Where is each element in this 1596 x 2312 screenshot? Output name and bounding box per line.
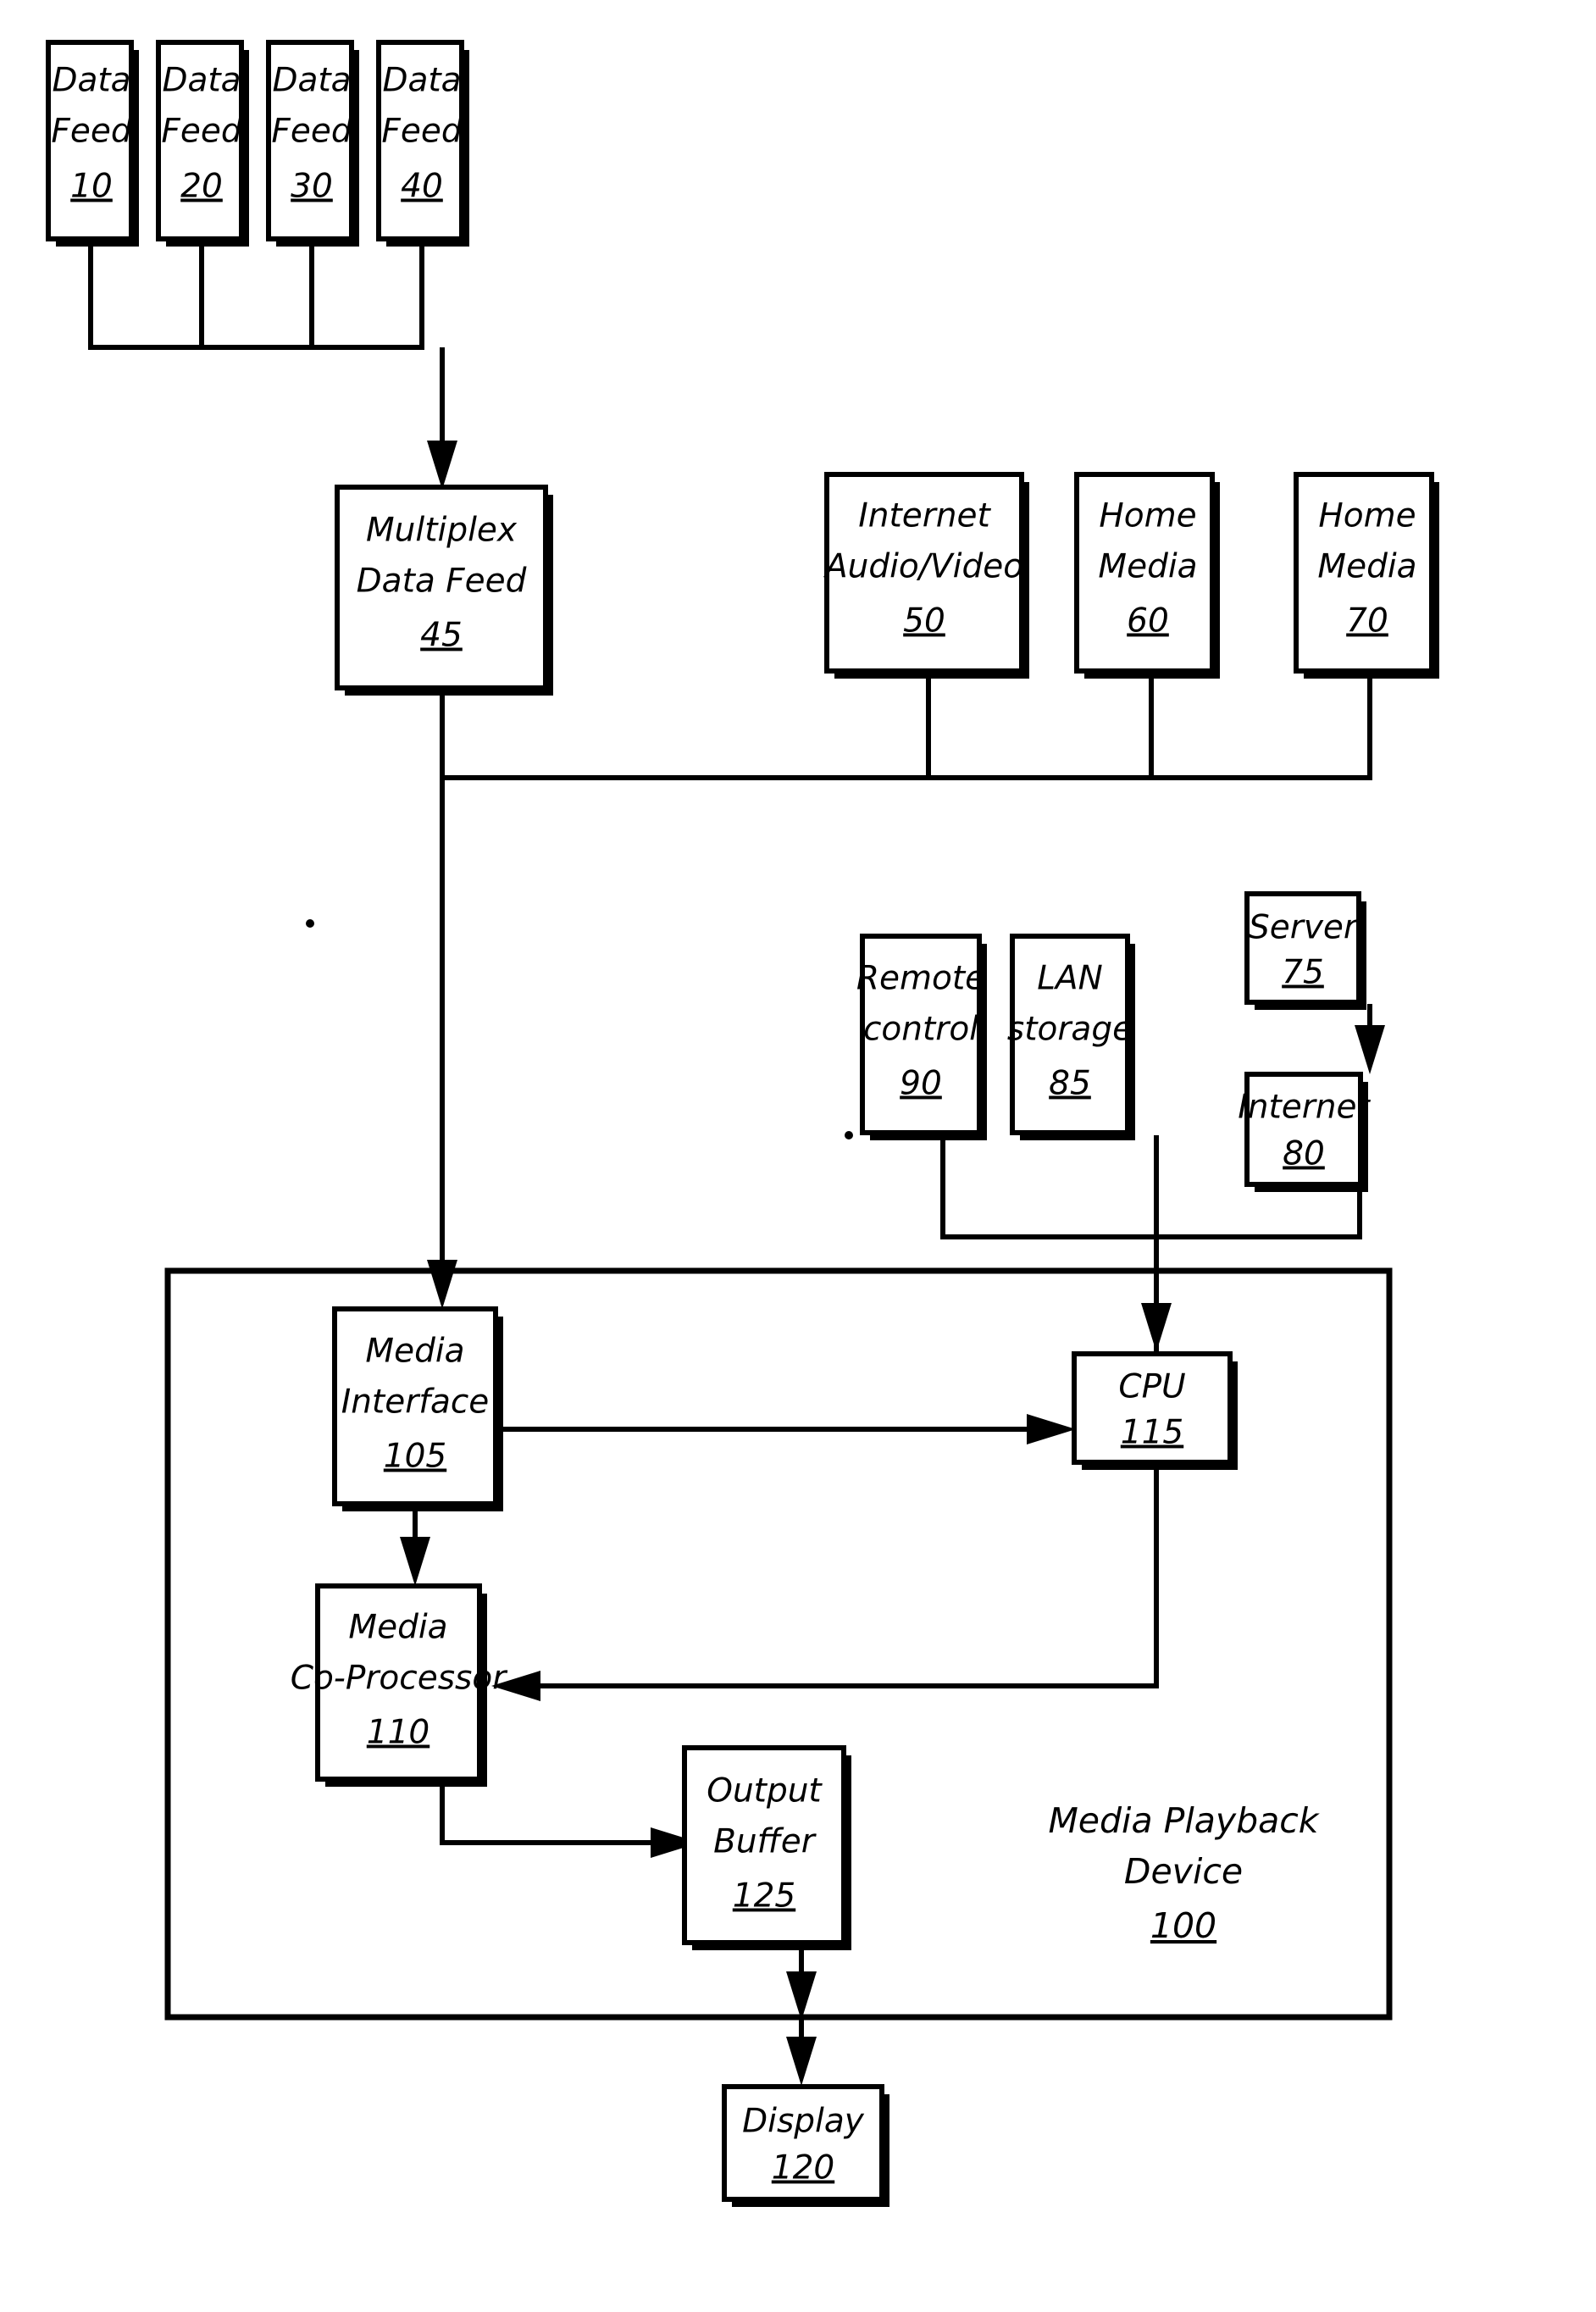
coprocessor-line2: Co-Processor [291,1660,509,1698]
multiplex-ref: 45 [420,617,463,655]
cpu-line1: CPU [1118,1368,1185,1406]
home-media-60-ref: 60 [1127,602,1169,640]
node-media-coprocessor: Media Co-Processor 110 [291,1583,509,1787]
arrowhead-into-cpu-left [1027,1414,1076,1444]
home-media-60-line2: Media [1098,548,1197,586]
arrowhead-output-buffer-mid [786,1971,817,2021]
node-home-media-60: Home Media 60 [1074,472,1220,679]
block-diagram-canvas: Data Feed 10 Data Feed 20 Data Feed 30 D… [46,40,1439,2207]
lan-storage-line1: LAN [1037,960,1103,998]
output-buffer-ref: 125 [733,1877,795,1916]
node-multiplex-data-feed: Multiplex Data Feed 45 [335,485,553,696]
node-data-feed-10: Data Feed 10 [46,40,139,247]
lan-storage-ref: 85 [1049,1065,1091,1103]
internet-av-ref: 50 [903,602,945,640]
media-playback-device-line2: Device [1124,1851,1243,1892]
node-remote-control: Remote control 90 [856,934,987,1140]
data-feed-10-ref: 10 [70,168,113,206]
internet-av-line2: Audio/Video [823,548,1023,586]
data-feed-bus-wires [88,241,457,490]
remote-control-ref: 90 [900,1065,942,1103]
node-output-buffer: Output Buffer 125 [682,1745,851,1950]
scan-speck-left [306,919,314,928]
server-line1: Server [1249,909,1360,947]
scan-speck-mid [845,1131,853,1139]
lan-storage-line2: storage [1007,1011,1133,1049]
output-buffer-line2: Buffer [713,1823,817,1861]
data-feed-40-ref: 40 [401,168,443,206]
data-feed-30-line2: Feed [271,113,352,151]
internet-av-line1: Internet [858,497,991,535]
cpu-ref: 115 [1121,1414,1183,1452]
coprocessor-line1: Media [348,1609,447,1647]
media-interface-to-cpu [496,1414,1076,1444]
home-media-70-line2: Media [1317,548,1416,586]
home-media-70-line1: Home [1318,497,1416,535]
home-media-70-ref: 70 [1346,602,1388,640]
data-feed-30-line1: Data [272,62,351,100]
internet-80-ref: 80 [1283,1135,1325,1173]
node-media-interface: Media Interface 105 [332,1306,503,1511]
data-feed-10-line2: Feed [51,113,131,151]
arrowhead-into-internet-80 [1355,1025,1385,1074]
multiplex-line1: Multiplex [366,512,518,550]
label-media-playback-device: Media Playback Device 100 [1048,1800,1320,1946]
remote-control-line2: control [863,1011,978,1049]
arrowhead-into-coprocessor-top [400,1537,430,1586]
data-feed-40-line1: Data [382,62,461,100]
node-home-media-70: Home Media 70 [1294,472,1439,679]
arrowhead-into-cpu-top [1141,1303,1172,1352]
media-interface-ref: 105 [384,1438,446,1476]
node-lan-storage: LAN storage 85 [1007,934,1135,1140]
home-media-60-line1: Home [1099,497,1196,535]
arrowhead-into-media-interface [427,1260,457,1309]
node-internet-80: Internet 80 [1238,1072,1371,1192]
media-interface-to-coprocessor [400,1504,430,1586]
node-internet-audio-video: Internet Audio/Video 50 [823,472,1029,679]
media-playback-device-ref: 100 [1150,1905,1216,1946]
node-server: Server 75 [1244,891,1366,1010]
node-cpu: CPU 115 [1072,1351,1238,1470]
media-interface-line1: Media [365,1333,464,1371]
node-data-feed-20: Data Feed 20 [156,40,249,247]
remote-control-line1: Remote [856,960,985,998]
media-playback-device-line1: Media Playback [1048,1800,1320,1841]
data-feed-10-line1: Data [52,62,130,100]
data-feed-20-line2: Feed [161,113,241,151]
data-feed-20-line1: Data [162,62,241,100]
node-data-feed-30: Data Feed 30 [266,40,359,247]
server-internet-wires [1355,1004,1385,1074]
patent-figure: Data Feed 10 Data Feed 20 Data Feed 30 D… [0,0,1596,2312]
internet-80-line1: Internet [1238,1089,1371,1127]
data-feed-30-ref: 30 [291,168,333,206]
server-ref: 75 [1282,954,1324,992]
node-display: Display 120 [722,2084,889,2207]
display-ref: 120 [772,2149,834,2187]
data-feed-40-line2: Feed [381,113,462,151]
cpu-to-coprocessor [491,1461,1159,1701]
media-interface-line2: Interface [341,1383,490,1422]
display-line1: Display [742,2103,865,2141]
output-buffer-line1: Output [707,1772,823,1810]
coprocessor-ref: 110 [367,1714,429,1752]
arrowhead-into-display [786,2037,817,2086]
arrowhead-into-multiplex [427,441,457,490]
data-feed-20-ref: 20 [180,168,223,206]
node-data-feed-40: Data Feed 40 [376,40,469,247]
multiplex-line2: Data Feed [357,563,527,601]
coprocessor-to-output-buffer [440,1779,700,1858]
